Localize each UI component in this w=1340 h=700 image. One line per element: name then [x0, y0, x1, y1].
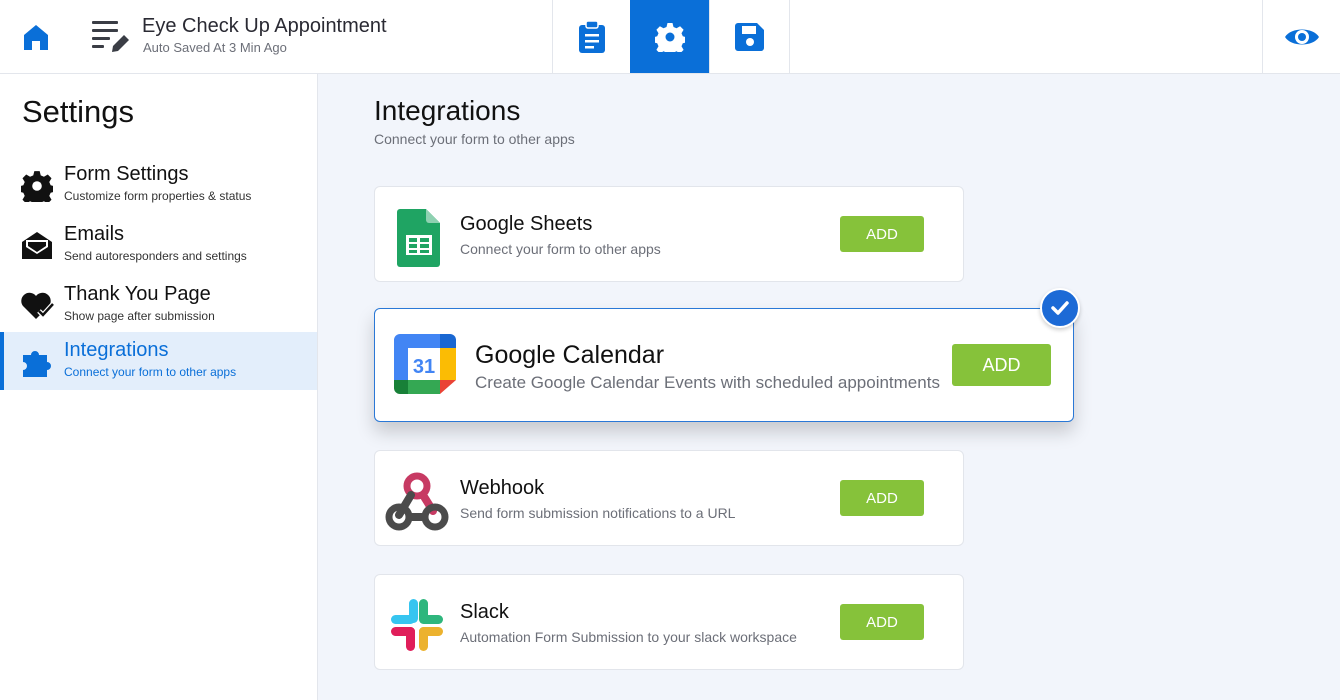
- gear-icon: [655, 22, 685, 52]
- sidebar-item-desc: Send autoresponders and settings: [64, 249, 247, 263]
- settings-sidebar: Settings Form Settings Customize form pr…: [0, 74, 318, 700]
- edit-document-icon: [92, 21, 129, 52]
- page-title: Integrations: [374, 95, 521, 126]
- heart-check-icon: [21, 292, 54, 319]
- top-bar: Eye Check Up Appointment Auto Saved At 3…: [0, 0, 1340, 74]
- sidebar-item-label: Form Settings: [64, 163, 189, 185]
- form-title[interactable]: Eye Check Up Appointment: [142, 15, 387, 38]
- google-sheets-logo-icon: [397, 209, 440, 267]
- tab-settings[interactable]: [630, 0, 709, 73]
- calendar-day-number: 31: [413, 356, 435, 378]
- check-icon: [1051, 301, 1069, 315]
- sidebar-item-desc: Customize form properties & status: [64, 189, 252, 203]
- sidebar-item-emails[interactable]: Emails Send autoresponders and settings: [0, 216, 317, 274]
- integration-desc: Automation Form Submission to your slack…: [460, 629, 797, 645]
- integration-name: Slack: [460, 601, 509, 623]
- integration-card-slack: Slack Automation Form Submission to your…: [374, 574, 964, 670]
- autosave-status: Auto Saved At 3 Min Ago: [143, 40, 287, 55]
- webhook-logo-icon: [385, 472, 449, 531]
- integration-card-google-sheets: Google Sheets Connect your form to other…: [374, 186, 964, 282]
- clipboard-icon: [579, 20, 605, 53]
- sidebar-item-label: Thank You Page: [64, 283, 211, 305]
- tab-save[interactable]: [709, 0, 790, 73]
- integration-desc: Create Google Calendar Events with sched…: [475, 373, 940, 392]
- sidebar-item-desc: Connect your form to other apps: [64, 365, 237, 379]
- sidebar-item-thank-you-page[interactable]: Thank You Page Show page after submissio…: [0, 276, 317, 334]
- puzzle-icon: [23, 351, 51, 377]
- eye-icon: [1284, 29, 1319, 44]
- add-slack-button[interactable]: ADD: [840, 604, 924, 640]
- envelope-icon: [22, 232, 52, 259]
- add-google-sheets-button[interactable]: ADD: [840, 216, 924, 252]
- integration-name: Webhook: [460, 477, 545, 499]
- integration-name: Google Sheets: [460, 213, 593, 235]
- home-icon: [24, 24, 48, 50]
- add-webhook-button[interactable]: ADD: [840, 480, 924, 516]
- integration-desc: Send form submission notifications to a …: [460, 505, 736, 521]
- tab-build[interactable]: [552, 0, 631, 73]
- sidebar-item-desc: Show page after submission: [64, 309, 215, 323]
- page-subtitle: Connect your form to other apps: [374, 131, 575, 147]
- slack-logo-icon: [391, 599, 443, 651]
- google-calendar-logo-icon: 31: [394, 334, 456, 394]
- home-button[interactable]: [0, 0, 72, 73]
- sidebar-heading: Settings: [22, 94, 135, 129]
- preview-button[interactable]: [1262, 0, 1340, 73]
- sidebar-item-integrations[interactable]: Integrations Connect your form to other …: [0, 332, 317, 390]
- selected-check-badge: [1040, 288, 1080, 328]
- integration-card-webhook: Webhook Send form submission notificatio…: [374, 450, 964, 546]
- integration-card-google-calendar: 31 Google Calendar Create Google Calenda…: [374, 308, 1074, 422]
- integration-name: Google Calendar: [475, 341, 665, 369]
- sidebar-item-label: Integrations: [64, 339, 169, 361]
- integration-desc: Connect your form to other apps: [460, 241, 661, 257]
- sidebar-item-form-settings[interactable]: Form Settings Customize form properties …: [0, 156, 317, 214]
- gear-icon: [21, 171, 53, 202]
- save-icon: [734, 22, 764, 51]
- add-google-calendar-button[interactable]: ADD: [952, 344, 1051, 386]
- sidebar-item-label: Emails: [64, 223, 125, 245]
